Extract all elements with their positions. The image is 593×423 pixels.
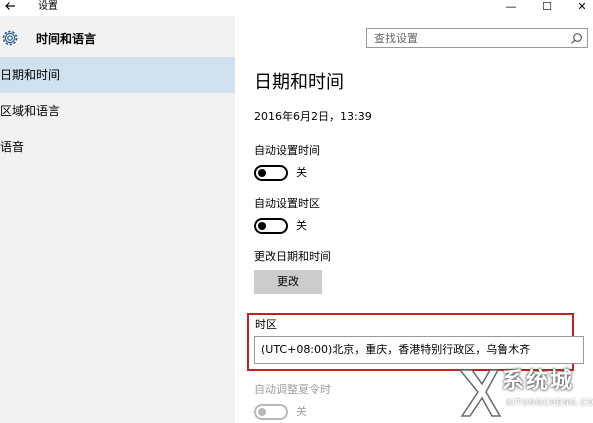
search-icon[interactable] — [570, 32, 583, 45]
watermark: 系统城 XITONGCHENG.COM — [452, 362, 593, 422]
gear-icon — [2, 30, 18, 46]
auto-time-label: 自动设置时间 — [254, 144, 320, 157]
watermark-logo-icon — [458, 369, 502, 417]
toggle-knob — [258, 408, 266, 416]
sidebar-item-speech[interactable]: 语音 — [0, 129, 235, 165]
dst-state: 关 — [296, 405, 307, 418]
toggle-knob — [258, 169, 266, 177]
app-title: 设置 — [38, 1, 58, 12]
timezone-dropdown[interactable]: (UTC+08:00)北京，重庆，香港特别行政区，乌鲁木齐 — [254, 336, 584, 364]
timezone-value: (UTC+08:00)北京，重庆，香港特别行政区，乌鲁木齐 — [261, 343, 531, 356]
sidebar-item-label: 区域和语言 — [0, 104, 61, 118]
change-datetime-label: 更改日期和时间 — [254, 250, 331, 263]
sidebar-item-label: 语音 — [0, 140, 25, 154]
auto-time-state: 关 — [296, 166, 307, 179]
sidebar-item-region-language[interactable]: 区域和语言 — [0, 93, 235, 129]
auto-timezone-state: 关 — [296, 219, 307, 232]
auto-time-toggle[interactable] — [254, 165, 288, 181]
dst-toggle[interactable] — [254, 404, 288, 420]
dst-label: 自动调整夏令时 — [254, 383, 331, 396]
toggle-knob — [258, 222, 266, 230]
close-button[interactable]: ✕ — [572, 0, 592, 16]
minimize-button[interactable]: — — [501, 0, 521, 16]
page-title: 日期和时间 — [254, 72, 344, 93]
current-datetime: 2016年6月2日，13:39 — [254, 110, 372, 123]
auto-timezone-label: 自动设置时区 — [254, 197, 320, 210]
watermark-url: XITONGCHENG.COM — [506, 398, 593, 407]
back-arrow-icon — [5, 2, 15, 10]
back-button[interactable] — [4, 0, 18, 16]
sidebar-item-date-time[interactable]: 日期和时间 — [0, 57, 235, 93]
auto-timezone-toggle[interactable] — [254, 218, 288, 234]
timezone-label: 时区 — [255, 318, 277, 331]
maximize-button[interactable]: ☐ — [537, 0, 557, 16]
sidebar-header: 时间和语言 — [0, 26, 235, 52]
search-input[interactable] — [374, 31, 564, 45]
sidebar: 时间和语言 日期和时间 区域和语言 语音 — [0, 16, 235, 423]
watermark-brand: 系统城 — [502, 369, 575, 394]
sidebar-item-label: 日期和时间 — [0, 68, 61, 82]
title-bar: 设置 — ☐ ✕ — [0, 0, 593, 16]
change-button[interactable]: 更改 — [254, 270, 322, 294]
sidebar-title: 时间和语言 — [36, 32, 97, 46]
search-box[interactable] — [366, 28, 588, 48]
